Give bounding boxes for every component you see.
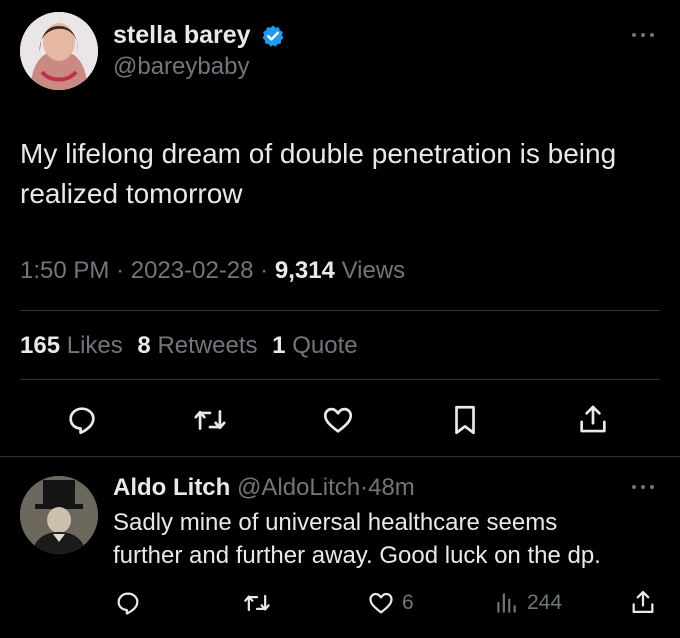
reply-text-line: Sadly mine of universal healthcare seems: [113, 509, 558, 536]
meta-separator: ·: [260, 257, 269, 284]
bookmark-icon: [455, 405, 475, 435]
divider: [20, 379, 660, 380]
tweet-time[interactable]: 1:50 PM: [20, 257, 109, 284]
reply-button[interactable]: [64, 402, 100, 438]
author-avatar[interactable]: [20, 12, 98, 90]
reply-icon: [69, 407, 95, 435]
reply-author-name[interactable]: Aldo Litch: [113, 474, 230, 501]
retweet-icon: [244, 594, 270, 612]
reply-header: Aldo Litch @AldoLitch·48m: [113, 473, 415, 503]
views-icon: [497, 593, 516, 613]
author-handle[interactable]: @bareybaby: [113, 52, 249, 82]
likes-label: Likes: [66, 332, 123, 359]
retweet-icon: [194, 410, 226, 430]
meta-separator: ·: [116, 257, 125, 284]
views-count: 9,314: [274, 257, 335, 284]
engagement-stats: 165 Likes 8 Retweets 1 Quote: [20, 331, 358, 361]
reply-author-handle[interactable]: @AldoLitch: [237, 474, 360, 501]
likes-count: 165: [20, 332, 61, 359]
like-icon: [369, 592, 393, 614]
like-icon: [323, 407, 353, 433]
share-button[interactable]: [575, 400, 611, 438]
quotes-stat[interactable]: 1 Quote: [272, 332, 357, 359]
reply-time[interactable]: 48m: [368, 474, 415, 501]
like-button[interactable]: 6: [366, 588, 414, 618]
reply-likes-count: 6: [402, 591, 414, 614]
quotes-label: Quote: [292, 332, 358, 359]
retweet-button[interactable]: [190, 402, 230, 438]
divider: [0, 456, 680, 457]
views-button[interactable]: 244: [493, 588, 562, 618]
more-icon[interactable]: [628, 30, 658, 40]
reply-text-line: further and further away. Good luck on t…: [113, 542, 601, 569]
retweets-label: Retweets: [157, 332, 258, 359]
more-icon[interactable]: [628, 482, 658, 492]
retweets-stat[interactable]: 8 Retweets: [137, 332, 264, 359]
reply-avatar[interactable]: [20, 476, 98, 554]
tweet-text: My lifelong dream of double penetration …: [20, 138, 617, 209]
divider: [20, 310, 660, 311]
tweet-date[interactable]: 2023-02-28: [131, 257, 254, 284]
bookmark-button[interactable]: [449, 402, 481, 438]
tweet-meta: 1:50 PM · 2023-02-28 · 9,314 Views: [20, 256, 405, 286]
author-name[interactable]: stella barey: [113, 20, 251, 50]
reply-button[interactable]: [113, 588, 143, 618]
like-button[interactable]: [319, 402, 357, 438]
verified-badge-icon: [261, 24, 285, 48]
reply-text: Sadly mine of universal healthcare seems…: [113, 506, 601, 572]
share-button[interactable]: [628, 586, 658, 618]
share-icon: [632, 590, 654, 614]
likes-stat[interactable]: 165 Likes: [20, 332, 129, 359]
retweets-count: 8: [137, 332, 151, 359]
share-icon: [580, 405, 606, 433]
quotes-count: 1: [272, 332, 286, 359]
retweet-button[interactable]: [240, 588, 274, 618]
meta-separator: ·: [360, 474, 369, 501]
reply-icon: [117, 592, 139, 615]
reply-views-count: 244: [527, 591, 563, 614]
views-label: Views: [341, 257, 406, 284]
